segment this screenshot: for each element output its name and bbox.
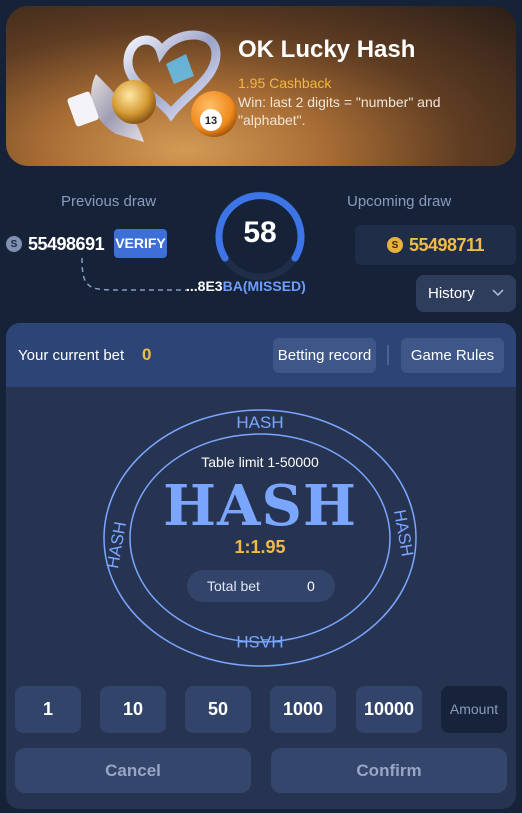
chip-10000[interactable]: 10000 — [356, 686, 422, 733]
history-label: History — [428, 285, 475, 302]
bet-option-name: HASH — [163, 473, 357, 539]
current-bet-label: Your current bet — [18, 347, 125, 364]
total-bet-pill: Total bet 0 — [187, 570, 335, 602]
divider — [387, 345, 389, 365]
chip-50[interactable]: 50 — [185, 686, 251, 733]
previous-draw-value: 55498691 — [28, 233, 105, 254]
chevron-down-icon — [492, 289, 504, 297]
connector-line — [81, 258, 188, 291]
game-banner: 13 OK Lucky Hash 1.95 Cashback Win: last… — [6, 6, 516, 166]
payout-odds: 1:1.95 — [234, 537, 286, 557]
svg-text:13: 13 — [205, 115, 217, 127]
countdown-value: 58 — [243, 216, 277, 249]
history-dropdown[interactable]: History — [416, 275, 516, 312]
upcoming-draw-number: S 55498711 — [355, 225, 516, 265]
upcoming-draw-label: Upcoming draw — [347, 193, 452, 210]
table-limit: Table limit 1-50000 — [201, 454, 319, 470]
game-rules-button[interactable]: Game Rules — [401, 338, 504, 373]
upcoming-draw-value: 55498711 — [408, 234, 485, 255]
custom-amount-input[interactable]: Amount — [441, 686, 507, 733]
current-bet-value: 0 — [142, 345, 152, 364]
bet-panel: Your current bet 0 Betting record Game R… — [6, 323, 516, 809]
confirm-button[interactable]: Confirm — [271, 748, 507, 793]
game-title: OK Lucky Hash — [238, 36, 416, 63]
svg-text:HASH: HASH — [236, 413, 283, 432]
betting-record-button[interactable]: Betting record — [273, 338, 376, 373]
chip-1000[interactable]: 1000 — [270, 686, 336, 733]
chip-10[interactable]: 10 — [100, 686, 166, 733]
bet-panel-header: Your current bet 0 Betting record Game R… — [6, 323, 516, 387]
coin-icon: S — [386, 237, 403, 253]
svg-text:HASH: HASH — [236, 632, 283, 651]
total-bet-value: 0 — [307, 578, 315, 594]
total-bet-label: Total bet — [207, 578, 260, 594]
win-rule-text: Win: last 2 digits = "number" and "alpha… — [238, 94, 441, 128]
previous-draw-number: S 55498691 — [6, 228, 114, 260]
verify-button[interactable]: VERIFY — [114, 229, 167, 258]
coin-icon: S — [6, 236, 22, 252]
cancel-button[interactable]: Cancel — [15, 748, 251, 793]
cashback-text: 1.95 Cashback — [238, 75, 332, 91]
lucky-hash-art-icon: 13 — [67, 30, 237, 142]
chip-1[interactable]: 1 — [15, 686, 81, 733]
previous-draw-label: Previous draw — [61, 193, 157, 210]
